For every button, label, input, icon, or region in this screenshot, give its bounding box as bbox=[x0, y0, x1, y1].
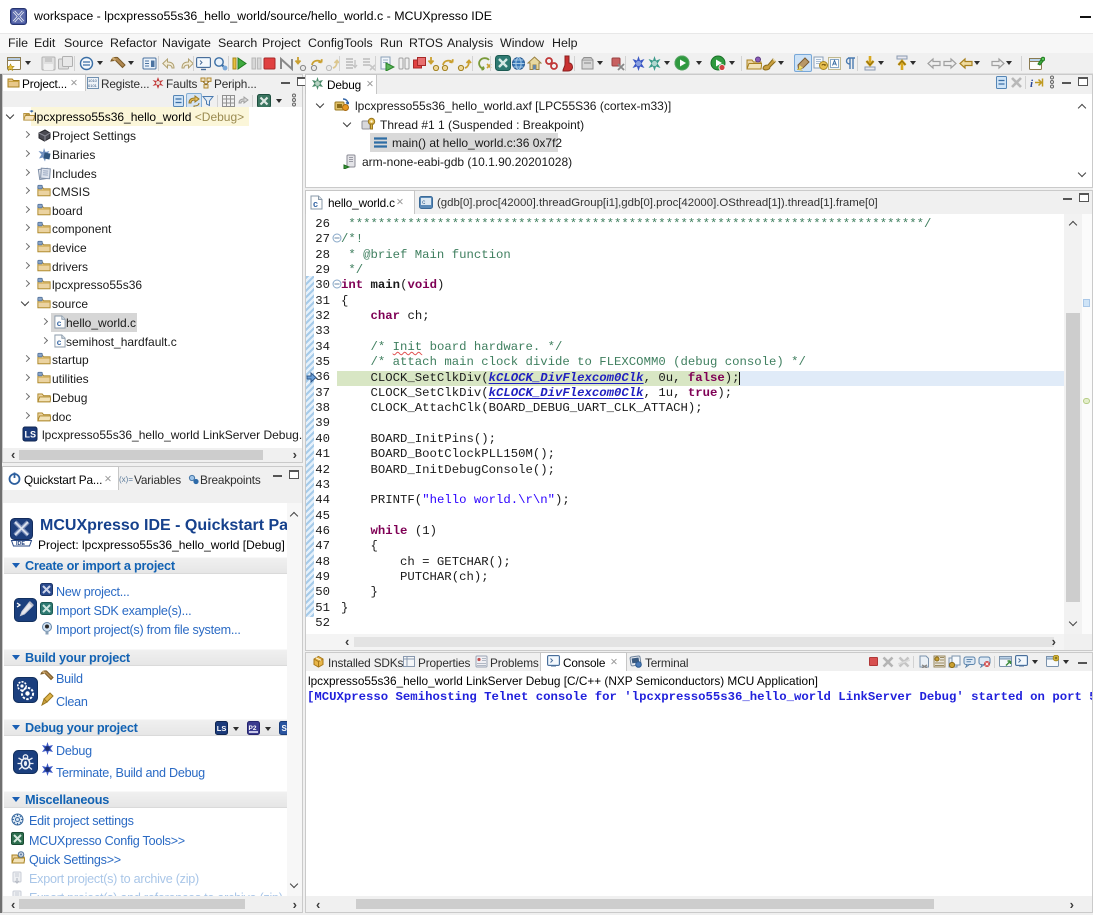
svg-text:i: i bbox=[1030, 78, 1034, 89]
svg-text:LS: LS bbox=[25, 430, 37, 440]
svg-text:LS: LS bbox=[217, 724, 227, 733]
svg-text:c: c bbox=[57, 318, 62, 328]
svg-text:(x)=: (x)= bbox=[119, 475, 133, 484]
svg-text:P2: P2 bbox=[249, 725, 257, 732]
svg-text:c: c bbox=[57, 337, 62, 347]
svg-text:IDE: IDE bbox=[16, 541, 25, 547]
svg-text:0101: 0101 bbox=[88, 83, 98, 88]
svg-text:c: c bbox=[313, 199, 318, 209]
svg-text:c: c bbox=[422, 199, 426, 206]
